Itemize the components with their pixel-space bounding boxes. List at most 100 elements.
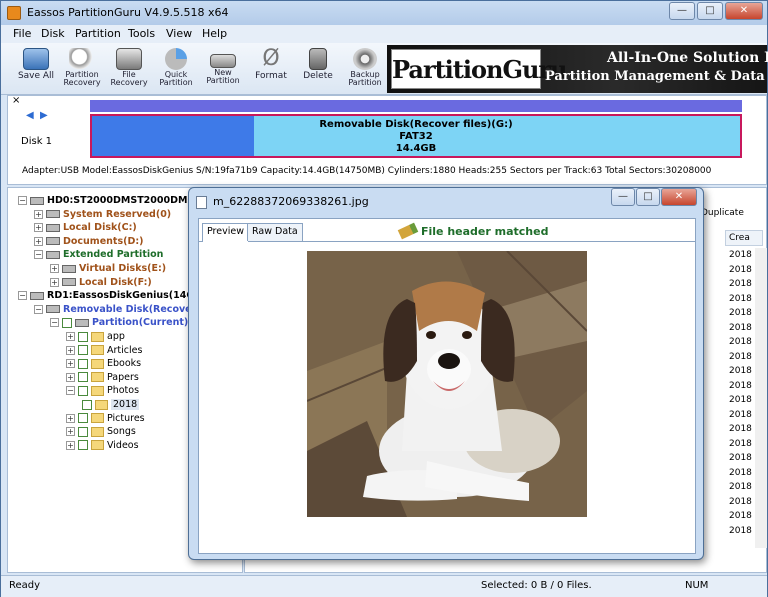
tree-checkbox[interactable]	[78, 413, 88, 424]
maximize-button[interactable]: □	[697, 2, 723, 20]
tree-item[interactable]: + Songs	[66, 425, 136, 438]
created-date-cell: 2018	[729, 438, 752, 449]
expand-toggle-icon[interactable]: −	[34, 250, 43, 260]
duplicate-button[interactable]: Duplicate	[701, 208, 744, 218]
tree-checkbox[interactable]	[78, 385, 88, 396]
tree-item[interactable]: − Removable Disk(Recover	[34, 303, 196, 316]
tree-item[interactable]: + Local Disk(C:)	[34, 221, 137, 234]
tab-preview[interactable]: Preview	[202, 223, 249, 242]
tree-item[interactable]: 2018	[82, 398, 140, 411]
tree-item[interactable]: + Videos	[66, 439, 139, 452]
tree-item[interactable]: + Pictures	[66, 412, 145, 425]
tree-item[interactable]: − HD0:ST2000DMST2000DM001	[18, 194, 207, 207]
format-button[interactable]: Ø Format	[249, 46, 293, 92]
tree-item-label: Local Disk(C:)	[63, 222, 137, 234]
created-date-cell: 2018	[729, 293, 752, 304]
tree-item[interactable]: + app	[66, 330, 125, 343]
dialog-close-button[interactable]: ✕	[661, 188, 697, 206]
tree-item[interactable]: + System Reserved(0)	[34, 208, 171, 221]
menu-tools[interactable]: Tools	[128, 27, 155, 40]
file-list-scrollbar[interactable]	[755, 248, 767, 548]
expand-toggle-icon[interactable]: −	[50, 318, 59, 328]
tree-item-label: Documents(D:)	[63, 235, 144, 247]
partition-recovery-button[interactable]: Partition Recovery	[60, 46, 104, 92]
tree-checkbox[interactable]	[78, 440, 88, 451]
expand-toggle-icon[interactable]: +	[66, 359, 75, 369]
expand-toggle-icon[interactable]: −	[66, 386, 75, 396]
tree-item[interactable]: + Virtual Disks(E:)	[50, 262, 166, 275]
drive-icon	[30, 291, 44, 300]
dialog-maximize-button[interactable]: □	[636, 188, 660, 206]
expand-toggle-icon[interactable]: −	[18, 196, 27, 205]
expand-toggle-icon[interactable]: +	[66, 427, 75, 437]
quick-partition-button[interactable]: Quick Partition	[154, 46, 198, 92]
tree-item-label: Papers	[107, 371, 139, 383]
new-partition-button[interactable]: New Partition	[201, 46, 245, 92]
panel-close-icon[interactable]: ×	[12, 95, 20, 106]
advert-banner[interactable]: PartitionGuru All-In-One Solution For Pa…	[387, 45, 768, 93]
partitionguru-logo: PartitionGuru	[391, 49, 568, 89]
tree-item[interactable]: + Documents(D:)	[34, 235, 143, 248]
expand-toggle-icon[interactable]: +	[66, 372, 75, 382]
tab-raw-data[interactable]: Raw Data	[247, 223, 303, 241]
expand-toggle-icon[interactable]: +	[66, 413, 75, 423]
preview-dialog: m_62288372069338261.jpg — □ ✕ Preview Ra…	[188, 187, 704, 560]
menu-view[interactable]: View	[166, 27, 192, 40]
created-column-header[interactable]: Crea	[725, 230, 763, 246]
backup-partition-button[interactable]: Backup Partition	[343, 46, 387, 92]
drive-icon	[46, 237, 60, 246]
disk-map[interactable]	[90, 100, 742, 112]
expand-toggle-icon[interactable]: +	[34, 223, 43, 233]
tree-item[interactable]: + Local Disk(F:)	[50, 276, 152, 289]
drive-icon	[46, 305, 60, 314]
tree-item[interactable]: + Articles	[66, 344, 142, 357]
expand-toggle-icon[interactable]: +	[34, 236, 43, 246]
menu-partition[interactable]: Partition	[75, 27, 121, 40]
save-all-button[interactable]: Save All	[14, 46, 58, 92]
next-disk-icon[interactable]: ▶	[40, 110, 48, 121]
expand-toggle-icon[interactable]: −	[18, 291, 27, 301]
expand-toggle-icon[interactable]: +	[50, 264, 59, 273]
delete-button[interactable]: Delete	[296, 46, 340, 92]
tree-checkbox[interactable]	[78, 345, 88, 356]
expand-toggle-icon[interactable]: +	[66, 345, 75, 355]
folder-icon	[91, 385, 104, 396]
expand-toggle-icon[interactable]: +	[34, 209, 43, 219]
tree-item[interactable]: − Partition(Current)(G	[50, 316, 200, 329]
tree-item-label: Photos	[107, 385, 140, 397]
prev-disk-icon[interactable]: ◀	[26, 110, 34, 121]
dialog-minimize-button[interactable]: —	[611, 188, 635, 206]
backup-icon	[353, 48, 377, 70]
minimize-button[interactable]: —	[669, 2, 695, 20]
expand-toggle-icon[interactable]: +	[66, 332, 75, 341]
close-button[interactable]: ✕	[725, 2, 763, 20]
tree-item[interactable]: + Papers	[66, 371, 139, 384]
expand-toggle-icon[interactable]: +	[66, 440, 75, 450]
preview-image	[307, 251, 587, 517]
expand-toggle-icon[interactable]: −	[34, 304, 43, 314]
tree-checkbox[interactable]	[78, 372, 88, 383]
banner-tagline-1: All-In-One Solution For	[607, 50, 768, 66]
file-recovery-button[interactable]: File Recovery	[107, 46, 151, 92]
magnifier-icon	[69, 48, 95, 70]
tree-checkbox[interactable]	[62, 317, 72, 328]
menu-help[interactable]: Help	[202, 27, 227, 40]
tree-item-label: System Reserved(0)	[63, 208, 172, 220]
tree-item[interactable]: − RD1:EassosDiskGenius(14GB)	[18, 289, 206, 302]
menu-file[interactable]: File	[13, 27, 31, 40]
tree-checkbox[interactable]	[78, 331, 88, 342]
created-date-cell: 2018	[729, 380, 752, 391]
tree-checkbox[interactable]	[78, 358, 88, 369]
tree-item-label: Extended Partition	[63, 249, 164, 261]
folder-icon	[91, 440, 104, 451]
dialog-title: m_62288372069338261.jpg	[213, 195, 369, 208]
menu-disk[interactable]: Disk	[41, 27, 65, 40]
partition-block[interactable]: Removable Disk(Recover files)(G:) FAT32 …	[90, 114, 742, 158]
tree-checkbox[interactable]	[78, 426, 88, 437]
tree-checkbox[interactable]	[82, 399, 92, 410]
expand-toggle-icon[interactable]: +	[50, 277, 59, 287]
tree-item[interactable]: + Ebooks	[66, 357, 141, 370]
created-date-cell: 2018	[729, 453, 752, 463]
tree-item[interactable]: − Photos	[66, 384, 139, 397]
tree-item[interactable]: − Extended Partition	[34, 248, 163, 261]
